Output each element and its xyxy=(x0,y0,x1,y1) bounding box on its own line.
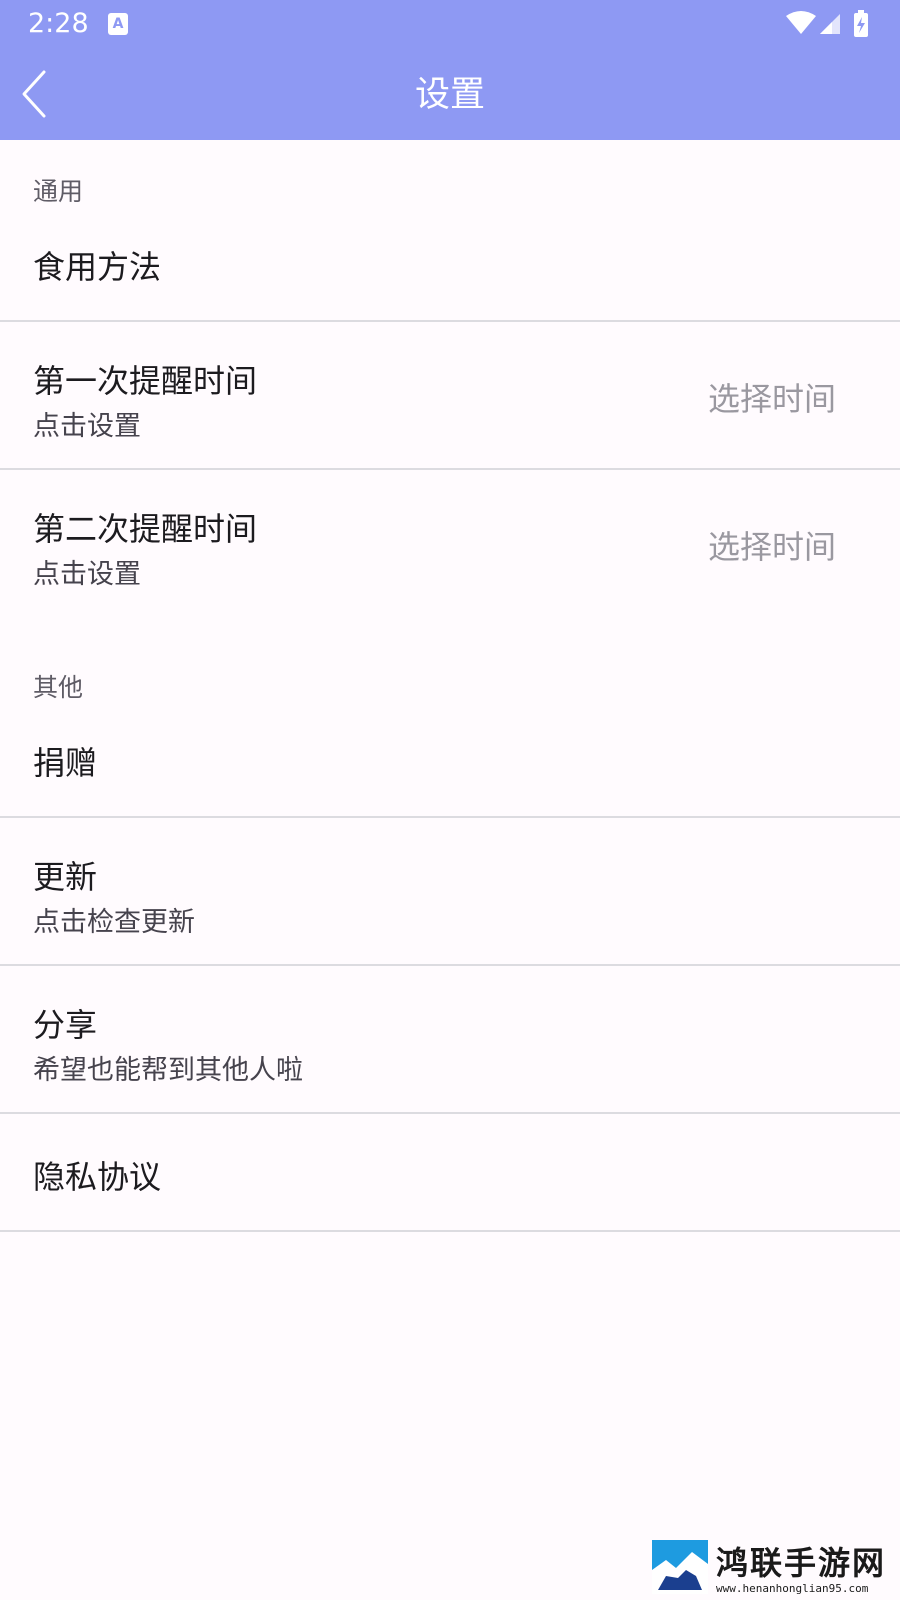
row-subtitle: 点击设置 xyxy=(33,411,141,442)
row-title: 捐赠 xyxy=(33,744,98,782)
settings-row-share[interactable]: 分享 希望也能帮到其他人啦 xyxy=(0,966,900,1112)
settings-list: 通用 食用方法 第一次提醒时间 点击设置 选择时间 第二次提醒时间 点击设置 选… xyxy=(0,140,900,1232)
section-header-general: 通用 xyxy=(33,177,84,206)
row-title: 更新 xyxy=(33,858,98,896)
status-time: 2:28 xyxy=(28,8,89,39)
watermark-logo-icon xyxy=(652,1540,708,1594)
settings-row-update[interactable]: 更新 点击检查更新 xyxy=(0,818,900,964)
watermark-url: www.henanhonglian95.com xyxy=(716,1582,869,1595)
watermark: 鸿联手游网 www.henanhonglian95.com xyxy=(652,1538,892,1598)
wifi-icon xyxy=(786,11,816,34)
row-subtitle: 点击检查更新 xyxy=(33,907,195,938)
text-a-icon: A xyxy=(108,13,128,35)
row-title: 第一次提醒时间 xyxy=(33,362,258,400)
status-bar: 2:28 A xyxy=(0,0,900,50)
app-bar: 2:28 A 设置 xyxy=(0,0,900,140)
settings-row-second-reminder[interactable]: 第二次提醒时间 点击设置 选择时间 xyxy=(0,470,900,616)
divider xyxy=(0,1230,900,1232)
select-time-value: 选择时间 xyxy=(707,528,836,566)
page-title: 设置 xyxy=(414,75,485,115)
settings-row-donate[interactable]: 捐赠 xyxy=(0,700,900,816)
battery-charging-icon xyxy=(854,10,868,37)
row-title: 第二次提醒时间 xyxy=(33,510,258,548)
select-time-value: 选择时间 xyxy=(707,380,836,418)
section-header-other: 其他 xyxy=(33,673,84,702)
watermark-name: 鸿联手游网 xyxy=(716,1544,887,1582)
settings-row-usage[interactable]: 食用方法 xyxy=(0,204,900,320)
signal-icon xyxy=(820,14,840,34)
status-icons xyxy=(784,10,874,40)
settings-row-privacy[interactable]: 隐私协议 xyxy=(0,1114,900,1230)
row-title: 分享 xyxy=(33,1006,98,1044)
row-subtitle: 点击设置 xyxy=(33,559,141,590)
settings-row-first-reminder[interactable]: 第一次提醒时间 点击设置 选择时间 xyxy=(0,322,900,468)
row-title: 食用方法 xyxy=(33,248,162,286)
row-title: 隐私协议 xyxy=(33,1158,162,1196)
row-subtitle: 希望也能帮到其他人啦 xyxy=(33,1055,303,1086)
